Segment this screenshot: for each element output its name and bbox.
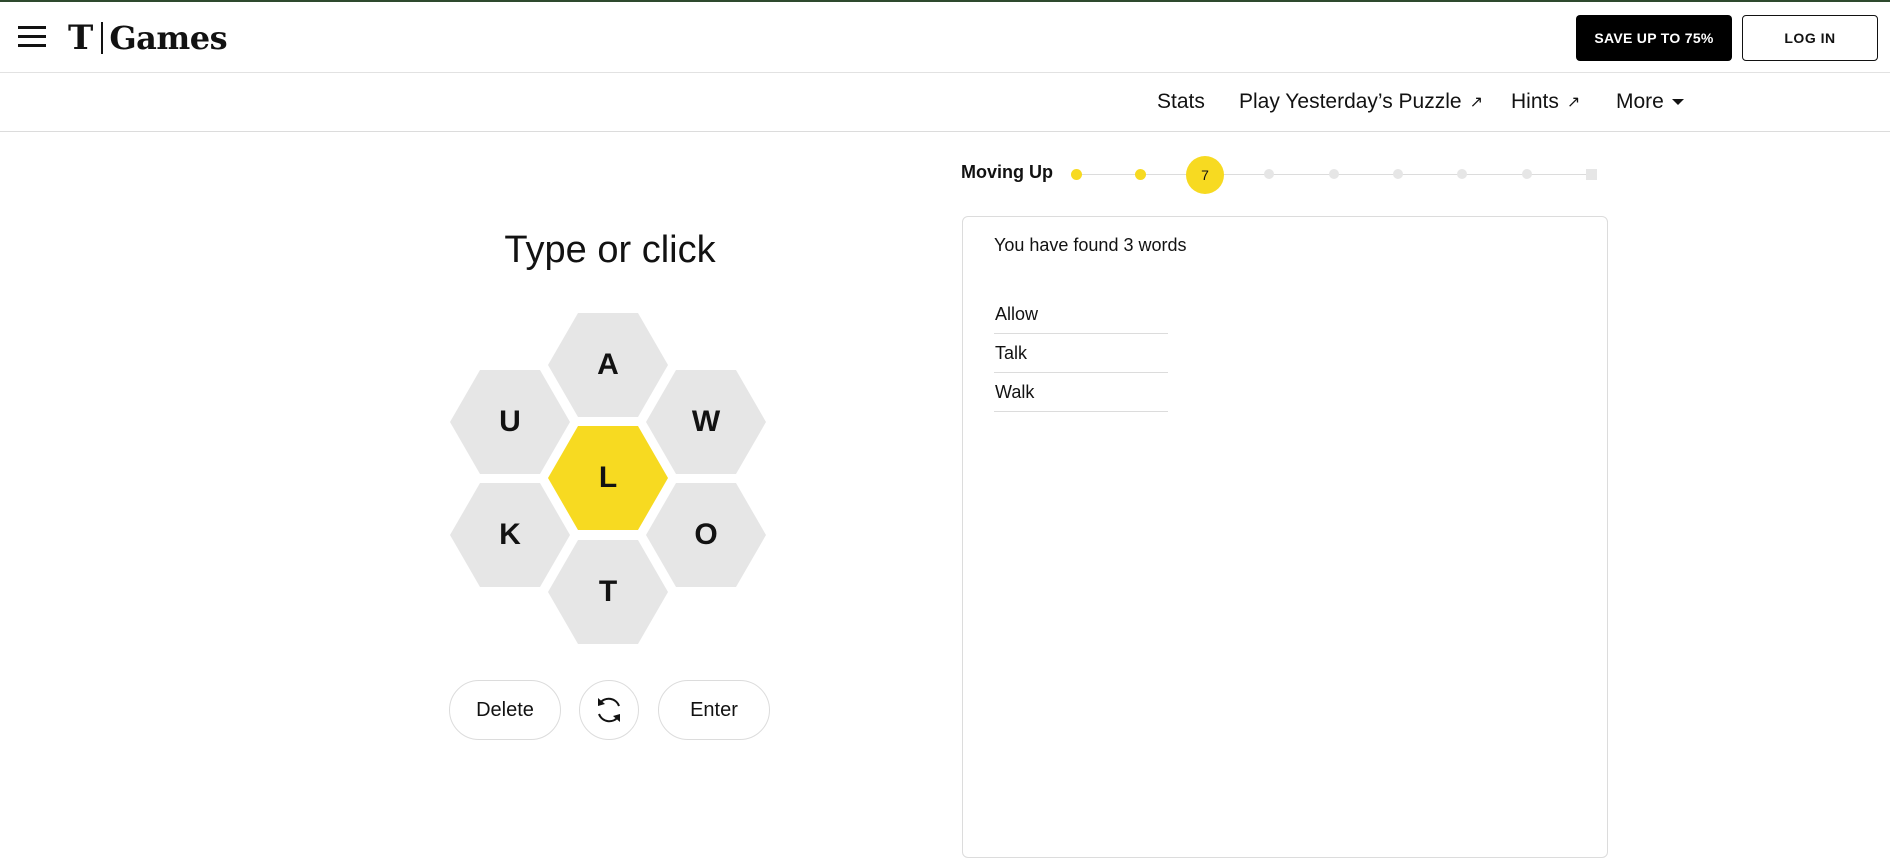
progress-dot [1457,169,1467,179]
word-text: Talk [995,343,1028,363]
input-prompt: Type or click [504,229,716,271]
word-text: Allow [995,304,1039,324]
list-item: Walk [994,373,1168,412]
progress-dot-complete [1071,169,1082,180]
stats-link[interactable]: Stats [1157,87,1205,117]
logo-divider [101,22,104,54]
progress-goal-marker [1586,169,1597,180]
delete-button[interactable]: Delete [449,680,561,740]
more-menu[interactable]: More [1616,87,1684,117]
shuffle-icon [598,697,620,723]
login-button[interactable]: LOG IN [1742,15,1878,61]
nyt-games-logo[interactable]: T Games [68,18,228,58]
progress-dot [1264,169,1274,179]
progress-current-score: 7 [1186,156,1224,194]
menu-icon[interactable] [18,26,46,48]
yesterday-label: Play Yesterday’s Puzzle [1239,90,1462,113]
progress-dot [1329,169,1339,179]
found-words-panel[interactable]: You have found 3 words Allow Talk Walk [962,216,1608,858]
game-toolbar: Stats Play Yesterday’s Puzzle ↗ Hints ↗ … [0,73,1890,132]
word-text: Walk [995,382,1035,402]
hive-letter: T [598,575,618,608]
progress-dot [1393,169,1403,179]
arrow-up-right-icon: ↗ [1469,94,1483,111]
subscribe-button[interactable]: SAVE UP TO 75% [1576,15,1732,61]
hive-cell-bottom[interactable]: T [548,540,668,644]
header: T Games SAVE UP TO 75% LOG IN [0,2,1890,73]
arrow-up-right-icon: ↗ [1566,94,1581,111]
hints-label: Hints [1511,90,1559,113]
found-words-summary: You have found 3 words [994,235,1187,255]
hints-link[interactable]: Hints ↗ [1511,87,1580,117]
list-item: Talk [994,334,1168,373]
enter-button[interactable]: Enter [658,680,770,740]
list-item: Allow [994,295,1168,334]
yesterday-puzzle-link[interactable]: Play Yesterday’s Puzzle ↗ [1239,87,1483,117]
caret-down-icon [1671,99,1684,105]
more-label: More [1616,90,1664,113]
progress-dot-complete [1135,169,1146,180]
brand-name: Games [109,19,228,57]
stats-label: Stats [1157,90,1205,113]
letter-hive: A U W L K O T [450,313,770,648]
shuffle-button[interactable] [579,680,639,740]
nyt-t-logo: T [68,18,94,58]
word-list: Allow Talk Walk [994,295,1168,412]
progress-dot [1522,169,1532,179]
rank-label[interactable]: Moving Up [961,162,1053,183]
